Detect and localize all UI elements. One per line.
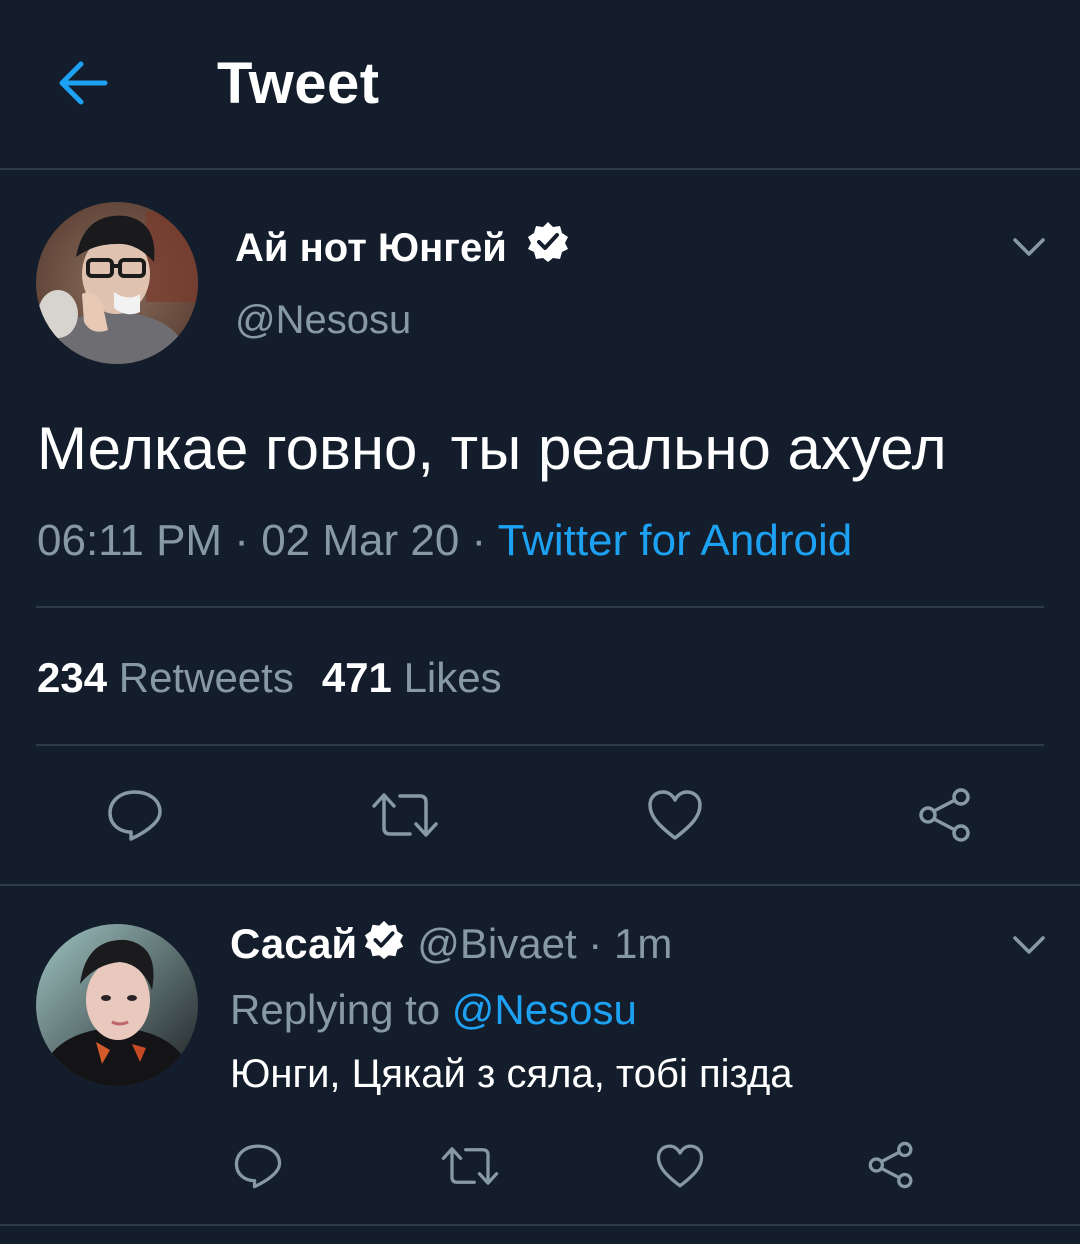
meta-separator: · (459, 516, 498, 565)
share-button[interactable] (916, 786, 974, 849)
tweet-stats: 234 Retweets 471 Likes (37, 654, 502, 702)
tweet-detail-screen: Tweet Ай нот Юнгей @Nesosu Мелкае говно,… (0, 0, 1080, 1244)
divider (36, 606, 1044, 608)
share-icon (919, 788, 970, 842)
chevron-down-icon[interactable] (1012, 934, 1046, 961)
likes-count: 471 (321, 654, 392, 701)
retweets-label: Retweets (118, 654, 294, 701)
comment-icon (234, 1144, 282, 1189)
tweet-date: 02 Mar 20 (261, 516, 460, 565)
retweets-stat[interactable]: 234 Retweets (37, 654, 294, 701)
tweet-meta: 06:11 PM · 02 Mar 20 · Twitter for Andro… (37, 516, 852, 566)
meta-separator: · (576, 920, 614, 967)
retweets-count: 234 (37, 654, 108, 701)
reply-time-ago: 1m (613, 920, 673, 967)
share-icon (868, 1141, 913, 1189)
replying-to-label: Replying to (230, 986, 441, 1033)
author-handle[interactable]: @Nesosu (235, 298, 411, 343)
back-arrow-icon[interactable] (55, 58, 111, 108)
retweet-button[interactable] (370, 790, 440, 845)
author-name[interactable]: Ай нот Юнгей (235, 222, 570, 274)
reply-share-button[interactable] (866, 1140, 916, 1195)
likes-stat[interactable]: 471 Likes (322, 654, 502, 701)
likes-label: Likes (403, 654, 502, 701)
reply-header: Сасай @Bivaet · 1m (230, 920, 672, 971)
tweet-source-link[interactable]: Twitter for Android (498, 516, 853, 565)
section-divider (0, 884, 1080, 886)
like-button[interactable] (646, 788, 704, 847)
replying-to-mention[interactable]: @Nesosu (452, 986, 637, 1033)
section-divider (0, 1224, 1080, 1226)
reply-retweet-button[interactable] (440, 1144, 500, 1193)
retweet-icon (372, 793, 438, 837)
reply-like-button[interactable] (655, 1142, 705, 1195)
tweet-time: 06:11 PM (37, 516, 223, 565)
reply-tweet[interactable]: Сасай @Bivaet · 1m Replying to @Nesosu Ю… (0, 888, 1080, 1228)
verified-badge-icon (518, 222, 570, 274)
reply-text: Юнги, Цякай з сяла, тобі пізда (230, 1052, 793, 1096)
retweet-icon (441, 1147, 499, 1185)
comment-icon (108, 790, 162, 841)
top-bar: Tweet (0, 0, 1080, 170)
reply-reply-button[interactable] (233, 1142, 283, 1195)
heart-icon (648, 790, 702, 840)
heart-icon (656, 1144, 704, 1188)
author-name-text: Ай нот Юнгей (235, 226, 507, 270)
chevron-down-icon[interactable] (1012, 236, 1046, 263)
divider (36, 744, 1044, 746)
reply-author-handle[interactable]: @Bivaet (417, 920, 576, 967)
tweet-text: Мелкае говно, ты реально ахуел (37, 415, 947, 482)
meta-separator: · (222, 516, 262, 565)
page-title: Tweet (217, 51, 380, 116)
reply-author-name[interactable]: Сасай (230, 920, 357, 967)
verified-badge-icon (357, 920, 417, 971)
replying-to: Replying to @Nesosu (230, 986, 637, 1034)
main-tweet: Ай нот Юнгей @Nesosu Мелкае говно, ты ре… (0, 170, 1080, 886)
reply-button[interactable] (106, 788, 164, 847)
author-avatar[interactable] (36, 202, 198, 364)
reply-author-avatar[interactable] (36, 924, 198, 1086)
